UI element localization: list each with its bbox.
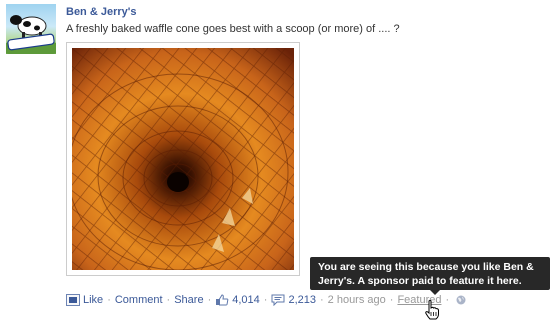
separator: · [389, 294, 394, 306]
share-link[interactable]: Share [174, 294, 203, 306]
tooltip-arrow [430, 290, 440, 295]
post-action-bar: Like · Comment · Share · 4,014 · 2,213 ·… [66, 292, 466, 308]
separator: · [319, 294, 324, 306]
post-text: A freshly baked waffle cone goes best wi… [66, 23, 400, 35]
separator: · [445, 294, 450, 306]
comment-link[interactable]: Comment [115, 294, 163, 306]
post-photo[interactable] [66, 42, 300, 276]
separator: · [107, 294, 111, 306]
globe-icon[interactable] [456, 295, 466, 305]
comments-count[interactable]: 2,213 [288, 294, 316, 306]
comment-bubble-icon [271, 294, 285, 306]
like-link[interactable]: Like [83, 294, 103, 306]
separator: · [207, 294, 212, 306]
thumbs-up-icon [215, 294, 229, 306]
separator: · [166, 294, 171, 306]
waffle-cone-photo-icon [72, 48, 294, 270]
likes-count[interactable]: 4,014 [232, 294, 260, 306]
page-name-link[interactable]: Ben & Jerry's [66, 6, 137, 18]
like-page-icon [66, 294, 80, 306]
post-timestamp[interactable]: 2 hours ago [328, 294, 386, 306]
ben-and-jerrys-logo-icon [6, 15, 56, 54]
sponsored-tooltip: You are seeing this because you like Ben… [310, 257, 550, 290]
hand-cursor-icon [425, 300, 439, 320]
page-avatar[interactable] [6, 4, 56, 54]
separator: · [263, 294, 268, 306]
